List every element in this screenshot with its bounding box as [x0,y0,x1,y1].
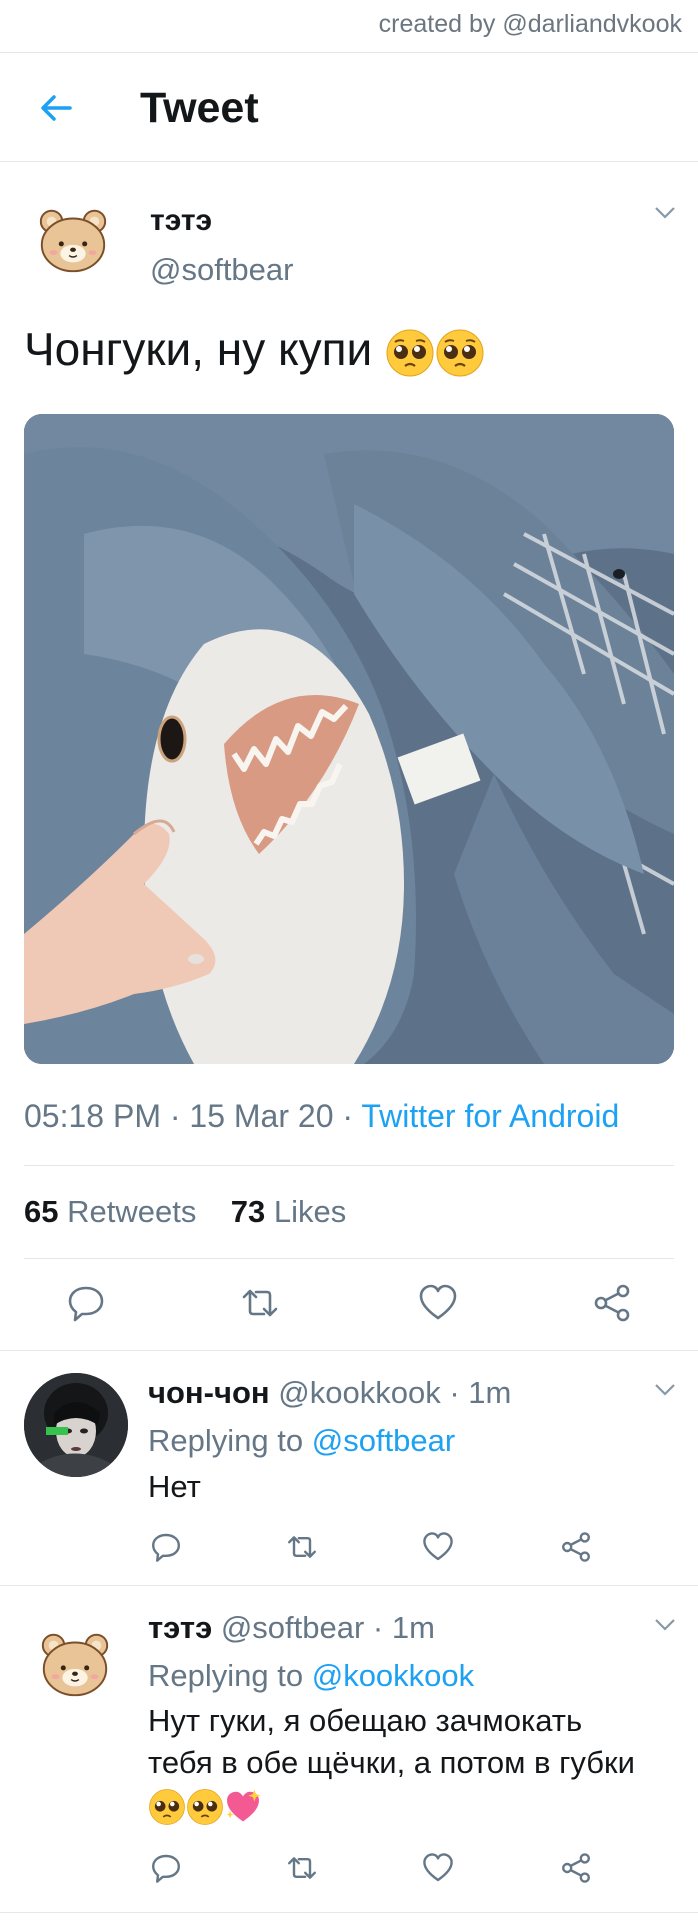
avatar[interactable] [34,200,112,278]
share-icon[interactable] [592,1283,632,1323]
divider [24,1165,674,1166]
retweet-icon[interactable] [286,1531,318,1563]
reply-icon[interactable] [150,1531,182,1563]
sparkling-heart-emoji [226,1789,261,1822]
pleading-face-emoji [149,1788,185,1825]
avatar[interactable] [24,1373,128,1477]
divider [0,1350,698,1351]
reply-author-name[interactable]: чон-чон [148,1375,270,1410]
like-icon[interactable] [422,1852,454,1884]
page-title: Tweet [140,84,259,132]
author-name[interactable]: тэтэ [150,204,212,238]
divider [0,161,698,162]
tweet-text: Чонгуки, ну купи [24,322,485,378]
tweet-meta: 05:18 PM · 15 Mar 20 · Twitter for Andro… [24,1098,620,1134]
replying-label: Replying to [148,1423,304,1458]
tweet-source-link[interactable]: Twitter for Android [361,1098,619,1134]
tweet-stats: 65 Retweets 73 Likes [24,1194,346,1230]
reply-time: 1m [468,1375,512,1410]
reply-icon[interactable] [150,1852,182,1884]
reply-time: 1m [391,1610,435,1645]
reply-header: чон-чон @kookkook · 1m [148,1375,512,1410]
chevron-down-icon[interactable] [654,1383,676,1397]
chevron-down-icon[interactable] [654,1618,676,1632]
share-icon[interactable] [560,1852,592,1884]
divider [0,52,698,53]
reply-text: Нет [148,1469,201,1504]
retweets-count[interactable]: 65 [24,1194,58,1229]
share-icon[interactable] [560,1531,592,1563]
tweet-time: 05:18 PM [24,1098,161,1134]
watermark: created by @darliandvkook [378,10,682,38]
back-arrow-icon[interactable] [36,88,76,128]
likes-label[interactable]: Likes [274,1194,346,1229]
tweet-body: Чонгуки, ну купи [24,323,373,375]
replying-label: Replying to [148,1658,304,1693]
likes-count[interactable]: 73 [231,1194,265,1229]
pleading-face-emoji [386,329,434,377]
reply-text: Нут гуки, я обещаю зачмокать тебя в обе … [148,1700,648,1826]
pleading-face-emoji [436,329,484,377]
pleading-face-emoji [187,1788,223,1825]
retweet-icon[interactable] [240,1283,280,1323]
reply-author-handle[interactable]: @softbear [221,1610,364,1645]
retweets-label[interactable]: Retweets [67,1194,196,1229]
divider [0,1912,698,1913]
tweet-date: 15 Mar 20 [189,1098,334,1134]
like-icon[interactable] [418,1283,458,1323]
divider [24,1258,674,1259]
reply-icon[interactable] [66,1283,106,1323]
avatar[interactable] [36,1624,114,1702]
mention-link[interactable]: @kookkook [312,1658,474,1693]
chevron-down-icon[interactable] [654,206,676,220]
retweet-icon[interactable] [286,1852,318,1884]
replying-to: Replying to @kookkook [148,1658,474,1694]
reply-author-handle[interactable]: @kookkook [278,1375,440,1410]
mention-link[interactable]: @softbear [312,1423,455,1458]
reply-header: тэтэ @softbear · 1m [148,1610,435,1645]
reply-author-name[interactable]: тэтэ [148,1610,212,1645]
author-handle[interactable]: @softbear [150,252,293,288]
like-icon[interactable] [422,1531,454,1563]
tweet-photo[interactable] [24,414,674,1064]
reply-body: Нут гуки, я обещаю зачмокать тебя в обе … [148,1703,635,1780]
replying-to: Replying to @softbear [148,1423,455,1459]
shark-plush-image [24,414,674,1064]
user-photo [24,1373,128,1477]
divider [0,1585,698,1586]
